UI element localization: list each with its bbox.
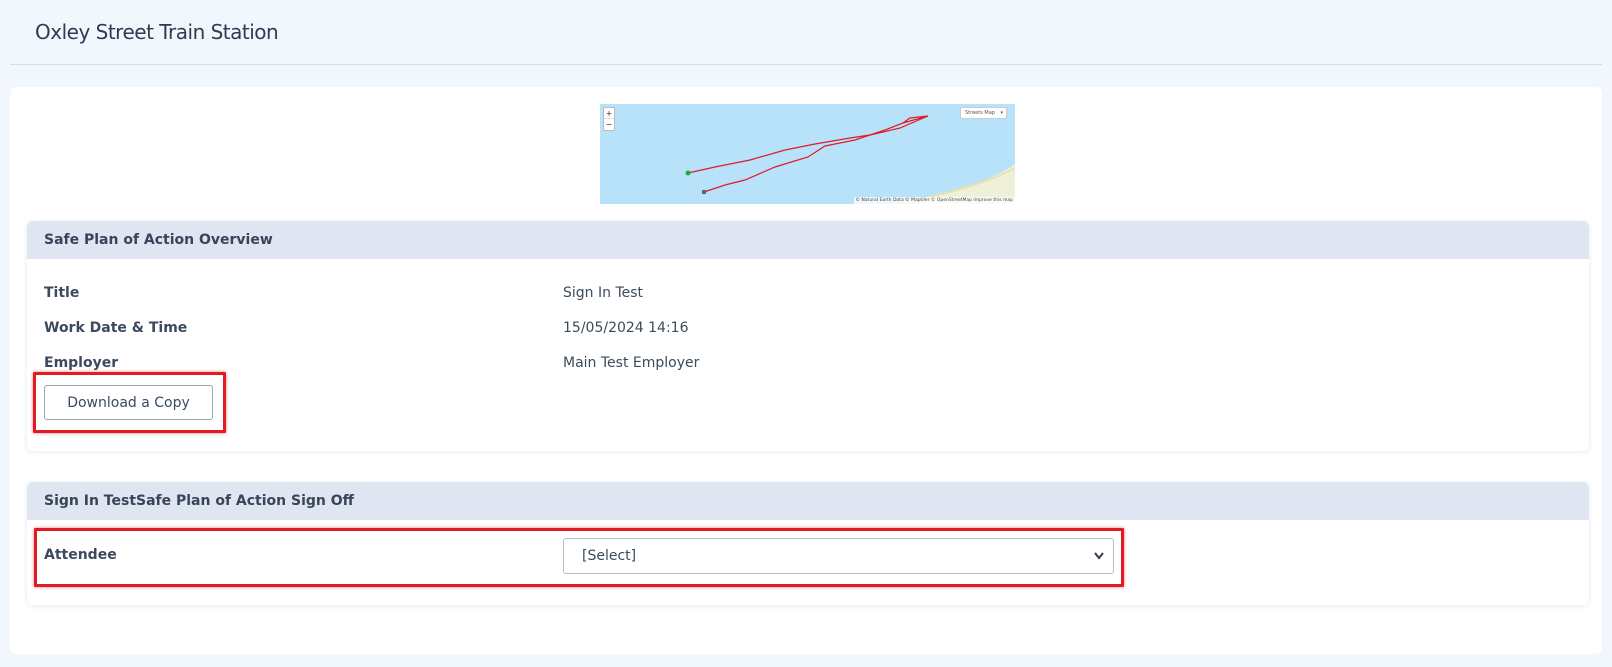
overview-panel-heading: Safe Plan of Action Overview bbox=[27, 221, 1589, 259]
map-layer-select[interactable]: Streets Map ▾ bbox=[960, 107, 1007, 119]
field-label-work-date: Work Date & Time bbox=[44, 320, 188, 336]
zoom-out-button[interactable]: − bbox=[604, 119, 614, 130]
download-copy-button[interactable]: Download a Copy bbox=[44, 385, 213, 420]
attendee-select[interactable]: [Select] bbox=[563, 538, 1114, 574]
page-header: Oxley Street Train Station bbox=[10, 0, 1602, 65]
field-value-title: Sign In Test bbox=[563, 285, 644, 301]
overview-panel: Safe Plan of Action Overview Title Sign … bbox=[27, 221, 1589, 451]
signoff-panel-heading: Sign In TestSafe Plan of Action Sign Off bbox=[27, 482, 1589, 520]
chevron-down-icon: ▾ bbox=[1000, 110, 1003, 116]
attendee-label: Attendee bbox=[44, 547, 117, 563]
field-value-work-date: 15/05/2024 14:16 bbox=[563, 320, 689, 336]
route-line-return bbox=[703, 115, 929, 193]
map-layer-label: Streets Map bbox=[965, 110, 995, 116]
signoff-panel: Sign In TestSafe Plan of Action Sign Off… bbox=[27, 482, 1589, 605]
route-map[interactable]: + − Streets Map ▾ © Natural Earth Data ©… bbox=[600, 104, 1015, 204]
chevron-down-icon bbox=[1093, 539, 1105, 586]
map-zoom-control: + − bbox=[603, 107, 615, 131]
route-line-outbound bbox=[687, 115, 929, 174]
map-canvas bbox=[685, 115, 1015, 204]
zoom-in-button[interactable]: + bbox=[604, 108, 614, 119]
start-marker bbox=[685, 170, 691, 176]
end-marker bbox=[702, 190, 706, 194]
attendee-selected-value: [Select] bbox=[582, 548, 637, 564]
map-attribution: © Natural Earth Data © Maptiler © OpenSt… bbox=[853, 197, 1015, 204]
field-label-employer: Employer bbox=[44, 355, 119, 371]
page-title: Oxley Street Train Station bbox=[35, 20, 279, 44]
field-value-employer: Main Test Employer bbox=[563, 355, 700, 371]
field-label-title: Title bbox=[44, 285, 80, 301]
